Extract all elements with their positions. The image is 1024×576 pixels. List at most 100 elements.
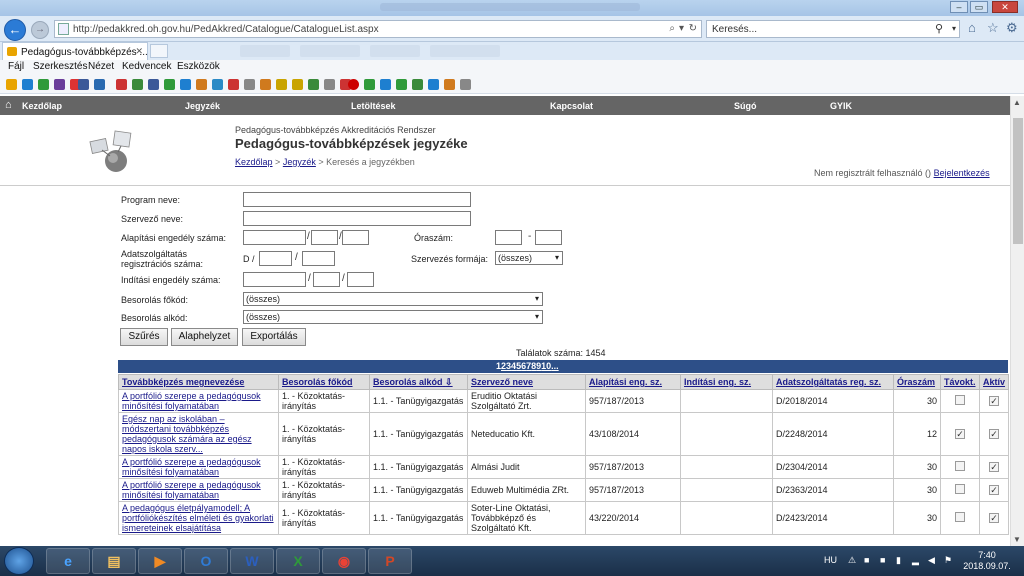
bookmark-icon[interactable] <box>196 79 207 90</box>
tab-close-icon[interactable]: ✕ <box>135 46 143 57</box>
org-form-select[interactable]: (összes) ▾ <box>495 251 563 265</box>
nav-help[interactable]: Súgó <box>734 101 757 111</box>
maximize-button[interactable]: ▭ <box>970 1 988 13</box>
start-permit-part3[interactable] <box>347 272 374 287</box>
col-header-sub-code[interactable]: Besorolás alkód ⇩ <box>369 374 468 390</box>
nav-home[interactable]: Kezdőlap <box>22 101 62 111</box>
tray-network-icon[interactable]: ▂ <box>912 555 919 566</box>
scroll-down-icon[interactable]: ▼ <box>1013 535 1021 544</box>
col-header-hours[interactable]: Óraszám <box>893 374 941 390</box>
start-permit-part1[interactable] <box>243 272 306 287</box>
cell-course-name-link[interactable]: Egész nap az iskolában – módszertani tov… <box>122 414 252 454</box>
breadcrumb-catalogue[interactable]: Jegyzék <box>283 157 316 167</box>
search-input[interactable]: Keresés... ⚲ ▾ <box>706 20 960 38</box>
menu-view[interactable]: Nézet <box>88 61 114 72</box>
distance-checkbox[interactable]: ✓ <box>955 429 965 439</box>
forward-button[interactable]: → <box>31 21 49 39</box>
chrome-icon[interactable]: ◉ <box>322 548 366 574</box>
new-tab-button[interactable] <box>150 44 168 58</box>
internet-explorer-icon[interactable]: e <box>46 548 90 574</box>
favorites-star-icon[interactable]: ☆ <box>987 20 999 36</box>
bookmark-icon[interactable] <box>380 79 391 90</box>
bookmark-icon[interactable] <box>38 79 49 90</box>
bookmark-icon[interactable] <box>54 79 65 90</box>
col-header-name[interactable]: Továbbképzés megnevezése <box>118 374 279 390</box>
word-icon[interactable]: W <box>230 548 274 574</box>
excel-icon[interactable]: X <box>276 548 320 574</box>
bookmark-icon[interactable] <box>228 79 239 90</box>
col-header-start[interactable]: Indítási eng. sz. <box>680 374 773 390</box>
tray-flag-icon[interactable]: ⚑ <box>944 555 952 566</box>
distance-checkbox[interactable] <box>955 512 965 522</box>
tray-action-center-icon[interactable]: ⚠ <box>848 555 856 566</box>
active-checkbox[interactable]: ✓ <box>989 396 999 406</box>
tray-app-icon[interactable]: ■ <box>880 555 885 565</box>
bookmark-icon[interactable] <box>444 79 455 90</box>
pager-next-link[interactable]: ... <box>551 361 559 371</box>
search-icon[interactable]: ⌕ <box>669 23 675 34</box>
registry-year-input[interactable] <box>302 251 335 266</box>
col-header-organizer[interactable]: Szervező neve <box>467 374 586 390</box>
bookmark-icon[interactable] <box>22 79 33 90</box>
refresh-icon[interactable]: ↻ <box>689 23 697 34</box>
tray-app-icon[interactable]: ■ <box>864 555 869 565</box>
bookmark-icon[interactable] <box>180 79 191 90</box>
bookmark-icon[interactable] <box>412 79 423 90</box>
bookmark-icon[interactable] <box>324 79 335 90</box>
tray-volume-icon[interactable]: ◀ <box>928 555 935 566</box>
facebook-icon[interactable] <box>148 79 159 90</box>
settings-gear-icon[interactable]: ⚙ <box>1006 20 1018 36</box>
search-dropdown-icon[interactable]: ▾ <box>952 24 956 33</box>
hours-to-input[interactable] <box>535 230 562 245</box>
active-checkbox[interactable]: ✓ <box>989 485 999 495</box>
tray-power-icon[interactable]: ▮ <box>896 555 901 566</box>
breadcrumb-home[interactable]: Kezdőlap <box>235 157 273 167</box>
cell-course-name-link[interactable]: A portfólió szerepe a pedagógusok minősí… <box>122 391 261 411</box>
address-field[interactable]: http://pedakkred.oh.gov.hu/PedAkkred/Cat… <box>54 20 702 38</box>
favorites-star-icon[interactable] <box>6 79 17 90</box>
media-player-icon[interactable]: ▶ <box>138 548 182 574</box>
nav-faq[interactable]: GYIK <box>830 101 852 111</box>
founding-permit-part3[interactable] <box>342 230 369 245</box>
powerpoint-icon[interactable]: P <box>368 548 412 574</box>
bookmark-icon[interactable] <box>244 79 255 90</box>
menu-favorites[interactable]: Kedvencek <box>122 61 171 72</box>
organizer-name-input[interactable] <box>243 211 471 226</box>
dropdown-icon[interactable]: ▾ <box>679 23 684 34</box>
bookmark-icon[interactable] <box>94 79 105 90</box>
cell-course-name-link[interactable]: A portfólió szerepe a pedagógusok minősí… <box>122 457 261 477</box>
bookmark-icon[interactable] <box>132 79 143 90</box>
scrollbar-thumb[interactable] <box>1013 118 1023 244</box>
nav-contact[interactable]: Kapcsolat <box>550 101 593 111</box>
nav-downloads[interactable]: Letöltések <box>351 101 396 111</box>
magnifier-icon[interactable]: ⚲ <box>935 22 943 35</box>
bookmark-icon[interactable] <box>460 79 471 90</box>
col-header-active[interactable]: Aktív <box>979 374 1009 390</box>
program-name-input[interactable] <box>243 192 471 207</box>
cell-course-name-link[interactable]: A portfólió szerepe a pedagógusok minősí… <box>122 480 261 500</box>
close-window-button[interactable]: ✕ <box>992 1 1018 13</box>
minimize-button[interactable]: – <box>950 1 968 13</box>
bookmark-icon[interactable] <box>396 79 407 90</box>
bookmark-icon[interactable] <box>428 79 439 90</box>
file-explorer-icon[interactable]: ▤ <box>92 548 136 574</box>
home-icon[interactable]: ⌂ <box>968 20 976 35</box>
language-indicator[interactable]: HU <box>824 555 837 565</box>
main-code-select[interactable]: (összes) ▾ <box>243 292 543 306</box>
bookmark-icon[interactable] <box>116 79 127 90</box>
tab-active[interactable]: Pedagógus-továbbképzés ... ✕ <box>2 42 148 60</box>
pager-link[interactable]: 10 <box>541 361 551 371</box>
founding-permit-part2[interactable] <box>311 230 338 245</box>
hours-from-input[interactable] <box>495 230 522 245</box>
active-checkbox[interactable]: ✓ <box>989 462 999 472</box>
google-icon[interactable] <box>212 79 223 90</box>
col-header-main-code[interactable]: Besorolás főkód <box>278 374 370 390</box>
active-checkbox[interactable]: ✓ <box>989 513 999 523</box>
scroll-up-icon[interactable]: ▲ <box>1013 98 1021 107</box>
nav-catalogue[interactable]: Jegyzék <box>185 101 220 111</box>
cell-course-name-link[interactable]: A pedagógus életpályamodell; A portfólió… <box>122 503 274 533</box>
bookmark-icon[interactable] <box>164 79 175 90</box>
export-button[interactable]: Exportálás <box>242 328 306 346</box>
distance-checkbox[interactable] <box>955 395 965 405</box>
distance-checkbox[interactable] <box>955 484 965 494</box>
